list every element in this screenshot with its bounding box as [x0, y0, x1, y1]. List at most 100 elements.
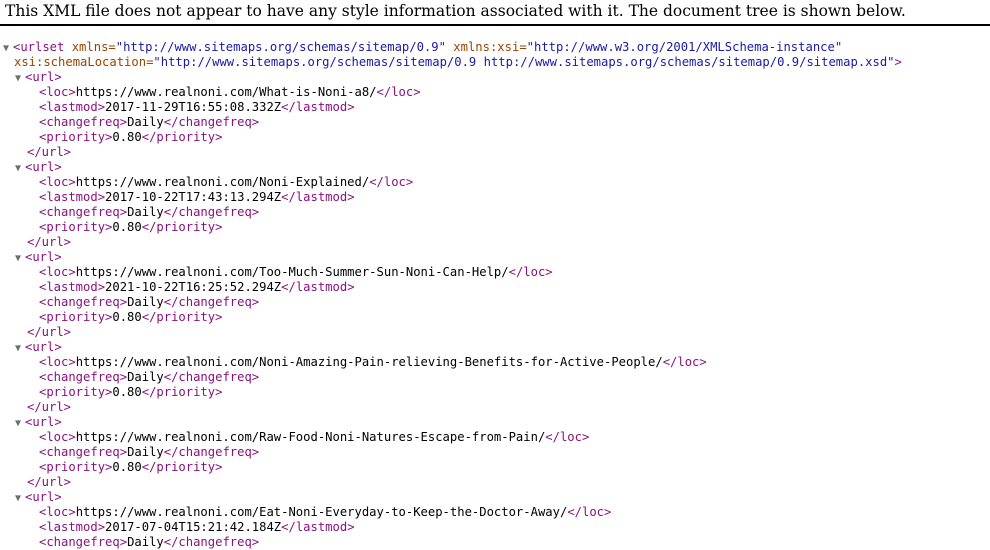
priority-line: <priority>0.80</priority> [0, 220, 990, 235]
changefreq-close-tag: </changefreq> [163, 445, 260, 459]
priority-open-tag: <priority> [39, 385, 113, 399]
priority-close-tag: </priority> [141, 385, 223, 399]
priority-value: 0.80 [112, 220, 142, 234]
collapse-toggle-icon[interactable]: ▼ [3, 41, 13, 56]
lastmod-close-tag: </lastmod> [281, 190, 355, 204]
url-close-tag: </url> [27, 325, 72, 339]
changefreq-value: Daily [127, 370, 164, 384]
lastmod-line: <lastmod>2017-10-22T17:43:13.294Z</lastm… [0, 190, 990, 205]
no-style-banner: This XML file does not appear to have an… [5, 2, 906, 20]
changefreq-line: <changefreq>Daily</changefreq> [0, 115, 990, 130]
changefreq-line: <changefreq>Daily</changefreq> [0, 535, 990, 550]
changefreq-line: <changefreq>Daily</changefreq> [0, 370, 990, 385]
loc-close-tag: </loc> [662, 355, 707, 369]
lastmod-open-tag: <lastmod> [39, 280, 106, 294]
changefreq-open-tag: <changefreq> [39, 295, 128, 309]
url-list: ▼ <url> <loc>https://www.realnoni.com/What… [0, 70, 990, 550]
lastmod-value: 2021-10-22T16:25:52.294Z [105, 280, 282, 294]
priority-open-tag: <priority> [39, 130, 113, 144]
url-open-tag: <url> [25, 250, 62, 264]
url-open-tag: <url> [25, 415, 62, 429]
banner-divider [0, 24, 990, 26]
url-close-line: </url> [0, 235, 990, 250]
priority-line: <priority>0.80</priority> [0, 385, 990, 400]
loc-open-tag: <loc> [39, 175, 76, 189]
schema-location-attr-name: xsi:schemaLocation= [14, 55, 154, 69]
priority-close-tag: </priority> [141, 220, 223, 234]
urlset-tag-close-bracket: > [894, 55, 902, 69]
schema-location-attr-value: "http://www.sitemaps.org/schemas/sitemap… [153, 55, 895, 69]
priority-open-tag: <priority> [39, 220, 113, 234]
collapse-toggle-icon[interactable]: ▼ [15, 491, 25, 506]
xsi-attr-name: xmlns:xsi= [453, 40, 527, 54]
urlset-open-line: ▼ <urlset xmlns="http://www.sitemaps.org/… [0, 40, 990, 55]
priority-value: 0.80 [112, 310, 142, 324]
loc-line: <loc>https://www.realnoni.com/Eat-Noni-E… [0, 505, 990, 520]
url-close-line: </url> [0, 475, 990, 490]
lastmod-value: 2017-07-04T15:21:42.184Z [105, 520, 282, 534]
url-open-line: ▼ <url> [0, 250, 990, 265]
changefreq-open-tag: <changefreq> [39, 370, 128, 384]
loc-close-tag: </loc> [508, 265, 553, 279]
priority-line: <priority>0.80</priority> [0, 130, 990, 145]
lastmod-value: 2017-10-22T17:43:13.294Z [105, 190, 282, 204]
url-open-tag: <url> [25, 490, 62, 504]
priority-open-tag: <priority> [39, 460, 113, 474]
changefreq-line: <changefreq>Daily</changefreq> [0, 445, 990, 460]
priority-line: <priority>0.80</priority> [0, 460, 990, 475]
lastmod-close-tag: </lastmod> [281, 100, 355, 114]
loc-close-tag: </loc> [567, 505, 612, 519]
url-open-tag: <url> [25, 160, 62, 174]
changefreq-open-tag: <changefreq> [39, 205, 128, 219]
changefreq-close-tag: </changefreq> [163, 535, 260, 549]
collapse-toggle-icon[interactable]: ▼ [15, 71, 25, 86]
lastmod-close-tag: </lastmod> [281, 280, 355, 294]
url-open-line: ▼ <url> [0, 340, 990, 355]
url-close-line: </url> [0, 400, 990, 415]
priority-open-tag: <priority> [39, 310, 113, 324]
lastmod-line: <lastmod>2017-11-29T16:55:08.332Z</lastm… [0, 100, 990, 115]
lastmod-open-tag: <lastmod> [39, 190, 106, 204]
priority-close-tag: </priority> [141, 310, 223, 324]
loc-line: <loc>https://www.realnoni.com/Noni-Expla… [0, 175, 990, 190]
collapse-toggle-icon[interactable]: ▼ [15, 416, 25, 431]
loc-line: <loc>https://www.realnoni.com/Raw-Food-N… [0, 430, 990, 445]
url-open-line: ▼ <url> [0, 415, 990, 430]
collapse-toggle-icon[interactable]: ▼ [15, 161, 25, 176]
priority-close-tag: </priority> [141, 130, 223, 144]
loc-value: https://www.realnoni.com/Noni-Explained/ [75, 175, 370, 189]
url-open-tag: <url> [25, 340, 62, 354]
changefreq-line: <changefreq>Daily</changefreq> [0, 295, 990, 310]
changefreq-close-tag: </changefreq> [163, 295, 260, 309]
lastmod-value: 2017-11-29T16:55:08.332Z [105, 100, 282, 114]
loc-open-tag: <loc> [39, 505, 76, 519]
xmlns-attr-value: "http://www.sitemaps.org/schemas/sitemap… [115, 40, 446, 54]
collapse-toggle-icon[interactable]: ▼ [15, 341, 25, 356]
loc-line: <loc>https://www.realnoni.com/What-is-No… [0, 85, 990, 100]
changefreq-close-tag: </changefreq> [163, 205, 260, 219]
priority-value: 0.80 [112, 130, 142, 144]
changefreq-value: Daily [127, 295, 164, 309]
url-open-line: ▼ <url> [0, 490, 990, 505]
loc-open-tag: <loc> [39, 265, 76, 279]
loc-close-tag: </loc> [369, 175, 414, 189]
url-open-line: ▼ <url> [0, 160, 990, 175]
changefreq-value: Daily [127, 535, 164, 549]
changefreq-open-tag: <changefreq> [39, 535, 128, 549]
urlset-open-line-cont: xsi:schemaLocation="http://www.sitemaps.… [0, 55, 990, 70]
changefreq-close-tag: </changefreq> [163, 115, 260, 129]
changefreq-close-tag: </changefreq> [163, 370, 260, 384]
loc-open-tag: <loc> [39, 355, 76, 369]
changefreq-line: <changefreq>Daily</changefreq> [0, 205, 990, 220]
url-close-tag: </url> [27, 400, 72, 414]
loc-value: https://www.realnoni.com/What-is-Noni-a8… [75, 85, 377, 99]
xmlns-attr-name: xmlns= [71, 40, 116, 54]
collapse-toggle-icon[interactable]: ▼ [15, 251, 25, 266]
url-open-tag: <url> [25, 70, 62, 84]
loc-close-tag: </loc> [376, 85, 421, 99]
priority-value: 0.80 [112, 460, 142, 474]
loc-open-tag: <loc> [39, 85, 76, 99]
loc-value: https://www.realnoni.com/Eat-Noni-Everyd… [75, 505, 568, 519]
url-open-line: ▼ <url> [0, 70, 990, 85]
url-close-tag: </url> [27, 475, 72, 489]
